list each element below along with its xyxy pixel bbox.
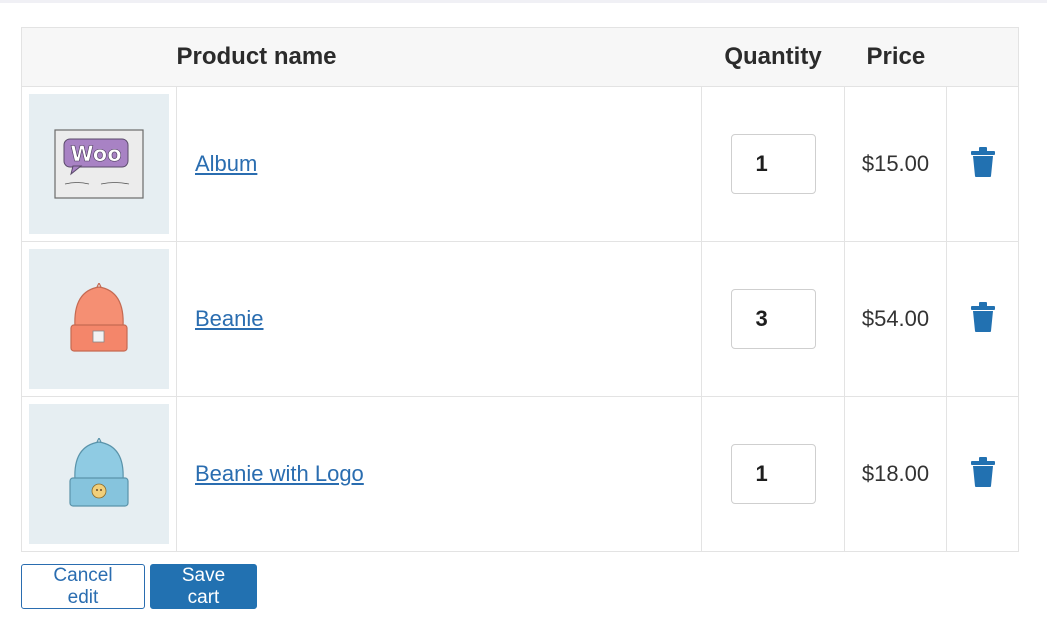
product-name-cell: Beanie with Logo [176, 396, 702, 552]
top-divider [0, 0, 1047, 3]
trash-icon[interactable] [970, 301, 995, 337]
table-row: Woo Album $15.00 [21, 86, 1019, 242]
quantity-input-beanie[interactable] [730, 289, 816, 349]
price-cell: $54.00 [844, 241, 947, 397]
product-name-cell: Album [176, 86, 702, 242]
quantity-cell [701, 241, 845, 397]
save-cart-button[interactable]: Save cart [150, 564, 257, 609]
column-header-price: Price [844, 27, 947, 87]
price-cell: $15.00 [844, 86, 947, 242]
product-link-beanie-with-logo[interactable]: Beanie with Logo [195, 461, 364, 486]
remove-cell [946, 86, 1019, 242]
table-header-row: Product name Quantity Price [21, 27, 1019, 87]
product-name-cell: Beanie [176, 241, 702, 397]
product-thumbnail-cell [21, 396, 177, 552]
product-thumbnail-cell [21, 241, 177, 397]
quantity-input-album[interactable] [730, 134, 816, 194]
remove-cell [946, 396, 1019, 552]
blue-beanie-thumbnail-icon[interactable] [29, 404, 169, 544]
quantity-input-beanie-with-logo[interactable] [730, 444, 816, 504]
quantity-cell [701, 86, 845, 242]
cart-actions: Cancel edit Save cart [21, 564, 257, 609]
svg-text:Woo: Woo [70, 142, 121, 166]
table-row: Beanie with Logo $18.00 [21, 396, 1019, 552]
trash-icon[interactable] [970, 456, 995, 492]
cart-table: Product name Quantity Price Woo Album 1 … [21, 27, 1019, 552]
orange-beanie-thumbnail-icon[interactable] [29, 249, 169, 389]
cancel-edit-button[interactable]: Cancel edit [21, 564, 145, 609]
trash-icon[interactable] [970, 146, 995, 182]
table-row: Beanie $54.00 [21, 241, 1019, 397]
product-link-beanie[interactable]: Beanie [195, 306, 264, 331]
column-header-product-name: Product name [176, 27, 702, 87]
quantity-cell [701, 396, 845, 552]
album-thumbnail-icon[interactable]: Woo [29, 94, 169, 234]
column-header-quantity: Quantity [701, 27, 845, 87]
column-header-remove [946, 27, 1019, 87]
product-thumbnail-cell: Woo [21, 86, 177, 242]
price-cell: $18.00 [844, 396, 947, 552]
product-link-album[interactable]: Album [195, 151, 257, 176]
remove-cell [946, 241, 1019, 397]
column-header-image [21, 27, 177, 87]
